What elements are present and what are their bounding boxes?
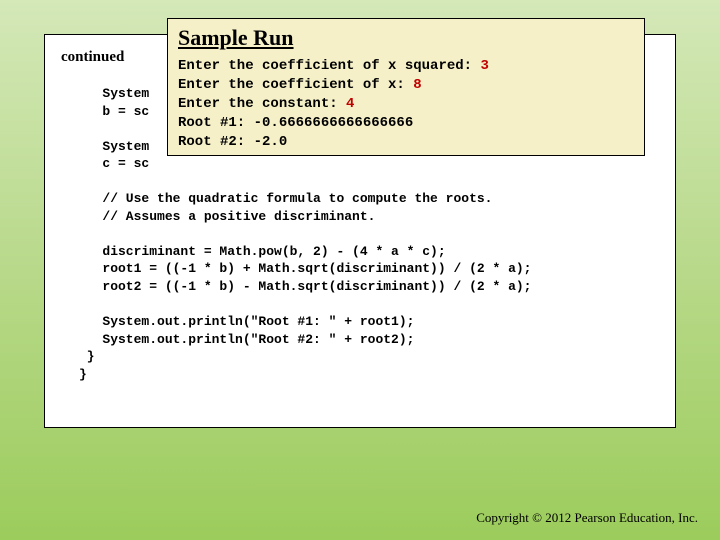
- continued-label: continued: [61, 49, 124, 66]
- sample-line: Enter the coefficient of x squared:: [178, 58, 480, 74]
- sample-run-box: Sample Run Enter the coefficient of x sq…: [167, 18, 645, 156]
- sample-line: Root #2: -2.0: [178, 134, 287, 150]
- sample-run-content: Enter the coefficient of x squared: 3 En…: [178, 57, 634, 151]
- sample-run-title: Sample Run: [178, 25, 634, 51]
- slide-area: continued System b = sc System c = sc //…: [44, 18, 676, 418]
- copyright-text: Copyright © 2012 Pearson Education, Inc.: [476, 510, 698, 526]
- sample-input: 8: [413, 77, 421, 93]
- sample-input: 3: [480, 58, 488, 74]
- sample-input: 4: [346, 96, 354, 112]
- sample-line: Enter the coefficient of x:: [178, 77, 413, 93]
- sample-line: Enter the constant:: [178, 96, 346, 112]
- sample-line: Root #1: -0.6666666666666666: [178, 115, 413, 131]
